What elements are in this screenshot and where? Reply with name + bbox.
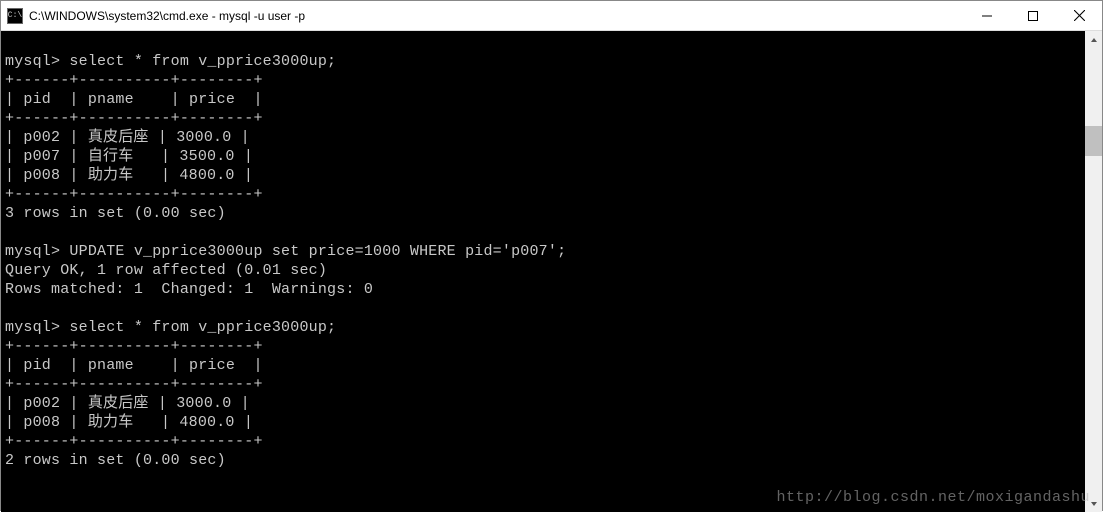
scroll-down-arrow-icon[interactable]: [1085, 495, 1102, 512]
scroll-up-arrow-icon[interactable]: [1085, 31, 1102, 48]
cmd-icon: C:\: [7, 8, 23, 24]
terminal-output[interactable]: mysql> select * from v_pprice3000up; +--…: [1, 31, 1085, 512]
window-titlebar: C:\ C:\WINDOWS\system32\cmd.exe - mysql …: [1, 1, 1102, 31]
maximize-button[interactable]: [1010, 1, 1056, 31]
vertical-scrollbar[interactable]: [1085, 31, 1102, 512]
terminal-area: mysql> select * from v_pprice3000up; +--…: [1, 31, 1102, 512]
scrollbar-thumb[interactable]: [1085, 126, 1102, 156]
window-title: C:\WINDOWS\system32\cmd.exe - mysql -u u…: [29, 9, 305, 23]
close-button[interactable]: [1056, 1, 1102, 31]
minimize-button[interactable]: [964, 1, 1010, 31]
